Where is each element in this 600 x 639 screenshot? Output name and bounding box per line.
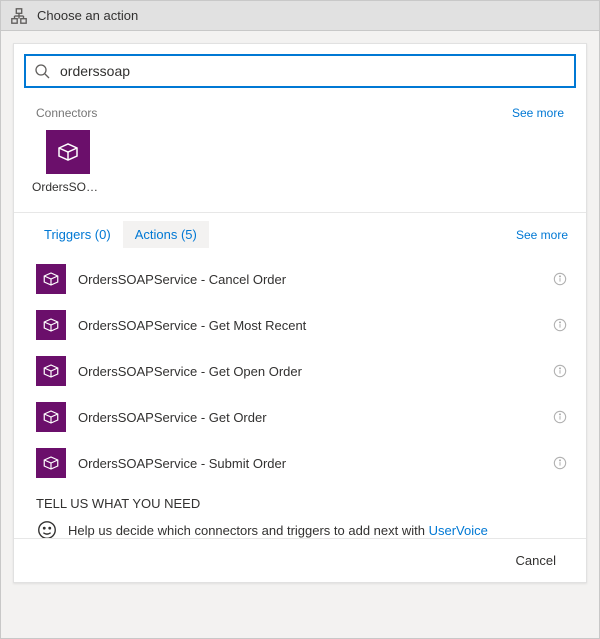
action-row[interactable]: OrdersSOAPService - Get Most Recent (36, 302, 568, 348)
search-icon (34, 63, 50, 79)
footer: Cancel (14, 538, 586, 582)
feedback-title: TELL US WHAT YOU NEED (36, 496, 564, 511)
info-icon[interactable] (552, 455, 568, 471)
connector-name: OrdersSOA... (32, 180, 104, 194)
info-icon[interactable] (552, 363, 568, 379)
action-label: OrdersSOAPService - Get Most Recent (78, 318, 540, 333)
search-input[interactable] (58, 62, 566, 80)
info-icon[interactable] (552, 317, 568, 333)
box-icon (36, 264, 66, 294)
action-label: OrdersSOAPService - Get Open Order (78, 364, 540, 379)
action-row[interactable]: OrdersSOAPService - Get Order (36, 394, 568, 440)
info-icon[interactable] (552, 409, 568, 425)
dialog-title: Choose an action (37, 8, 138, 23)
tabs-row: Triggers (0) Actions (5) See more (14, 213, 586, 254)
action-step-icon (9, 6, 29, 26)
actions-see-more[interactable]: See more (516, 228, 568, 242)
cancel-button[interactable]: Cancel (508, 549, 564, 572)
box-icon (36, 356, 66, 386)
tab-actions[interactable]: Actions (5) (123, 221, 209, 248)
action-row[interactable]: OrdersSOAPService - Cancel Order (36, 256, 568, 302)
dialog-header: Choose an action (1, 1, 599, 31)
uservoice-link[interactable]: UserVoice (429, 523, 488, 538)
action-label: OrdersSOAPService - Cancel Order (78, 272, 540, 287)
connectors-label: Connectors (36, 106, 97, 120)
box-icon (36, 310, 66, 340)
dialog: Choose an action Connectors See more (0, 0, 600, 639)
card: Connectors See more OrdersSOA... Trigger… (13, 43, 587, 583)
action-label: OrdersSOAPService - Submit Order (78, 456, 540, 471)
connectors-section: Connectors See more OrdersSOA... (14, 94, 586, 206)
box-icon (36, 448, 66, 478)
action-list: OrdersSOAPService - Cancel Order OrdersS… (14, 254, 586, 486)
search-wrap (14, 44, 586, 94)
connector-tile[interactable]: OrdersSOA... (32, 130, 104, 194)
feedback-text: Help us decide which connectors and trig… (68, 523, 488, 538)
connectors-see-more[interactable]: See more (512, 106, 564, 120)
connectors-header: Connectors See more (36, 106, 564, 120)
box-icon (36, 402, 66, 432)
action-row[interactable]: OrdersSOAPService - Get Open Order (36, 348, 568, 394)
search-box[interactable] (24, 54, 576, 88)
info-icon[interactable] (552, 271, 568, 287)
action-label: OrdersSOAPService - Get Order (78, 410, 540, 425)
action-row[interactable]: OrdersSOAPService - Submit Order (36, 440, 568, 486)
box-icon (46, 130, 90, 174)
tab-triggers[interactable]: Triggers (0) (32, 221, 123, 248)
